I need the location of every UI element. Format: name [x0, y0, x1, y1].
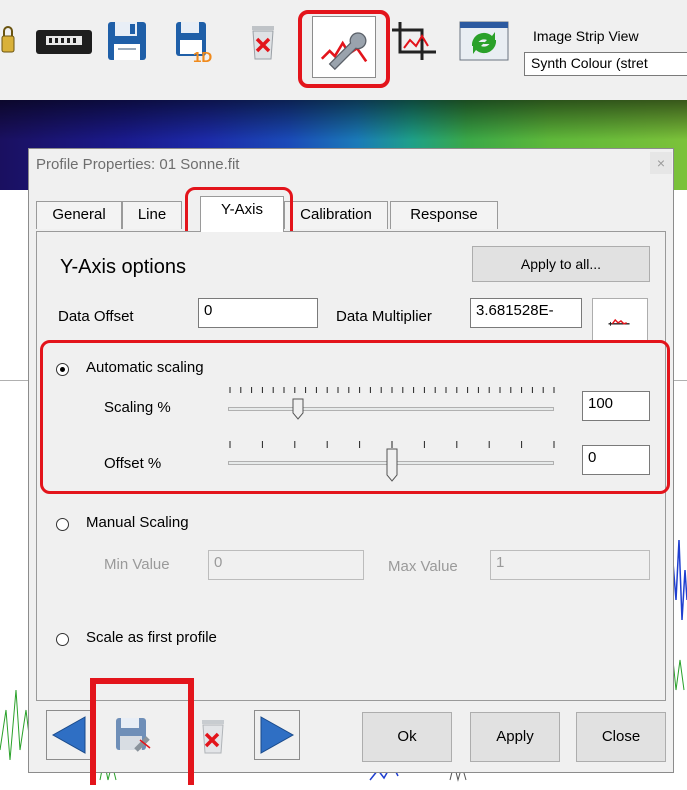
manual-scaling-radio[interactable]: [56, 518, 69, 531]
tab-calibration[interactable]: Calibration: [284, 201, 388, 229]
scaling-slider-thumb[interactable]: [292, 398, 304, 420]
data-multiplier-label: Data Multiplier: [336, 308, 432, 325]
delete-icon[interactable]: [240, 18, 286, 64]
delete-profile-icon: [202, 720, 224, 754]
automatic-scaling-radio[interactable]: [56, 363, 69, 376]
data-offset-input[interactable]: 0: [198, 298, 318, 328]
profile-graph-icon: [608, 318, 630, 326]
scaling-slider-track[interactable]: [228, 407, 554, 411]
apply-to-all-button[interactable]: Apply to all...: [472, 246, 650, 282]
tab-response[interactable]: Response: [390, 201, 498, 229]
y-axis-options-title: Y-Axis options: [60, 256, 186, 278]
dialog-title: Profile Properties: 01 Sonne.fit: [36, 156, 240, 173]
next-arrow-icon: [260, 716, 295, 754]
min-value-label: Min Value: [104, 556, 170, 573]
refresh-icon[interactable]: [456, 18, 512, 64]
manual-scaling-label: Manual Scaling: [86, 514, 189, 531]
highlight-save-profile: [90, 678, 194, 785]
svg-text:1D: 1D: [193, 49, 212, 64]
data-offset-label: Data Offset: [58, 308, 134, 325]
scaling-percent-input[interactable]: 100: [582, 391, 650, 421]
save-1d-icon[interactable]: 1D: [172, 18, 218, 64]
prev-arrow-icon: [51, 716, 86, 754]
offset-slider-thumb[interactable]: [386, 448, 398, 482]
delete-profile-button[interactable]: [190, 710, 236, 760]
next-profile-button[interactable]: [254, 710, 300, 760]
tab-y-axis[interactable]: Y-Axis: [200, 196, 284, 232]
scaling-slider-ticks: [229, 387, 555, 393]
image-strip-view-select[interactable]: Synth Colour (stret: [524, 52, 687, 76]
save-icon[interactable]: [104, 18, 150, 64]
tab-line[interactable]: Line: [122, 201, 182, 229]
data-multiplier-input[interactable]: 3.681528E-: [470, 298, 582, 328]
min-value-input[interactable]: 0: [208, 550, 364, 580]
tab-general[interactable]: General: [36, 201, 122, 229]
close-button[interactable]: Close: [576, 712, 666, 762]
scale-as-first-profile-radio[interactable]: [56, 633, 69, 646]
profile-graph-button[interactable]: [592, 298, 648, 342]
apply-button[interactable]: Apply: [470, 712, 560, 762]
highlight-toolbar-button: [298, 10, 390, 88]
offset-percent-input[interactable]: 0: [582, 445, 650, 475]
scaling-percent-label: Scaling %: [104, 399, 171, 416]
image-strip-view-label: Image Strip View: [533, 28, 639, 44]
max-value-label: Max Value: [388, 558, 458, 575]
scale-as-first-profile-label: Scale as first profile: [86, 629, 217, 646]
dialog-close-button[interactable]: ×: [650, 152, 672, 174]
ok-button[interactable]: Ok: [362, 712, 452, 762]
max-value-input[interactable]: 1: [490, 550, 650, 580]
offset-percent-label: Offset %: [104, 455, 162, 472]
lock-icon[interactable]: [0, 18, 26, 64]
previous-profile-button[interactable]: [46, 710, 92, 760]
automatic-scaling-label: Automatic scaling: [86, 359, 204, 376]
camera-icon[interactable]: [34, 18, 94, 64]
crop-icon[interactable]: [388, 18, 444, 64]
